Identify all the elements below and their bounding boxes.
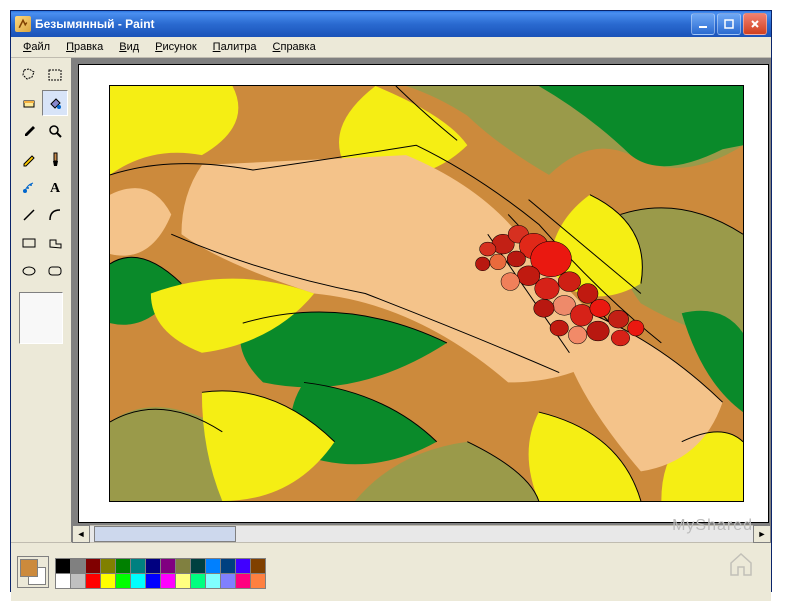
curve-icon[interactable] bbox=[42, 202, 68, 228]
magnifier-icon[interactable] bbox=[42, 118, 68, 144]
fill-icon[interactable] bbox=[42, 90, 68, 116]
close-button[interactable] bbox=[743, 13, 767, 35]
color-swatch[interactable] bbox=[160, 573, 176, 589]
tool-options[interactable] bbox=[19, 292, 63, 344]
free-select-icon[interactable] bbox=[16, 62, 42, 88]
window-title: Безымянный - Paint bbox=[35, 17, 691, 31]
eyedropper-icon[interactable] bbox=[16, 118, 42, 144]
color-swatch[interactable] bbox=[250, 558, 266, 574]
menu-палитра[interactable]: Палитра bbox=[205, 39, 265, 55]
color-swatch[interactable] bbox=[70, 558, 86, 574]
color-swatch[interactable] bbox=[100, 558, 116, 574]
airbrush-icon[interactable] bbox=[16, 174, 42, 200]
maximize-button[interactable] bbox=[717, 13, 741, 35]
menu-файл[interactable]: Файл bbox=[15, 39, 58, 55]
rectangle-icon[interactable] bbox=[16, 230, 42, 256]
color-swatch[interactable] bbox=[145, 558, 161, 574]
scroll-thumb[interactable] bbox=[94, 526, 236, 542]
app-icon bbox=[15, 16, 31, 32]
color-swatch[interactable] bbox=[55, 558, 71, 574]
artwork bbox=[109, 85, 744, 502]
color-swatch[interactable] bbox=[160, 558, 176, 574]
menu-вид[interactable]: Вид bbox=[111, 39, 147, 55]
body-area: A bbox=[11, 58, 771, 542]
window-controls bbox=[691, 13, 767, 35]
toolbox: A bbox=[11, 58, 71, 542]
scroll-right-button[interactable]: ► bbox=[753, 525, 771, 543]
minimize-button[interactable] bbox=[691, 13, 715, 35]
polygon-icon[interactable] bbox=[42, 230, 68, 256]
color-swatch[interactable] bbox=[115, 573, 131, 589]
menu-bar: ФайлПравкаВидРисунокПалитраСправка bbox=[11, 37, 771, 58]
foreground-color[interactable] bbox=[20, 559, 38, 577]
scroll-left-button[interactable]: ◄ bbox=[72, 525, 90, 543]
color-swatch[interactable] bbox=[100, 573, 116, 589]
color-swatch[interactable] bbox=[235, 573, 251, 589]
line-icon[interactable] bbox=[16, 202, 42, 228]
rect-select-icon[interactable] bbox=[42, 62, 68, 88]
canvas-scroll[interactable] bbox=[72, 58, 771, 525]
title-bar[interactable]: Безымянный - Paint bbox=[11, 11, 771, 37]
color-swatch[interactable] bbox=[235, 558, 251, 574]
color-swatch[interactable] bbox=[220, 573, 236, 589]
watermark: MyShared bbox=[672, 517, 753, 535]
fg-bg-colors[interactable] bbox=[17, 556, 49, 588]
brush-icon[interactable] bbox=[42, 146, 68, 172]
color-swatch[interactable] bbox=[145, 573, 161, 589]
color-swatch[interactable] bbox=[175, 558, 191, 574]
svg-text:A: A bbox=[50, 181, 61, 195]
color-swatch[interactable] bbox=[175, 573, 191, 589]
color-swatch[interactable] bbox=[130, 573, 146, 589]
color-swatch[interactable] bbox=[220, 558, 236, 574]
scroll-track[interactable] bbox=[90, 526, 753, 542]
color-swatch[interactable] bbox=[205, 558, 221, 574]
paint-window: Безымянный - Paint ФайлПравкаВидРисунокП… bbox=[10, 10, 772, 592]
text-icon[interactable]: A bbox=[42, 174, 68, 200]
color-swatch[interactable] bbox=[70, 573, 86, 589]
eraser-icon[interactable] bbox=[16, 90, 42, 116]
color-swatch[interactable] bbox=[115, 558, 131, 574]
menu-правка[interactable]: Правка bbox=[58, 39, 111, 55]
menu-справка[interactable]: Справка bbox=[265, 39, 324, 55]
color-swatch[interactable] bbox=[250, 573, 266, 589]
color-swatch[interactable] bbox=[190, 558, 206, 574]
color-swatch[interactable] bbox=[205, 573, 221, 589]
color-bar bbox=[11, 542, 771, 601]
color-swatch[interactable] bbox=[85, 573, 101, 589]
rounded-rect-icon[interactable] bbox=[42, 258, 68, 284]
home-icon[interactable] bbox=[727, 551, 755, 577]
color-swatch[interactable] bbox=[85, 558, 101, 574]
color-palette bbox=[55, 558, 264, 587]
color-swatch[interactable] bbox=[190, 573, 206, 589]
pencil-icon[interactable] bbox=[16, 146, 42, 172]
menu-рисунок[interactable]: Рисунок bbox=[147, 39, 205, 55]
ellipse-icon[interactable] bbox=[16, 258, 42, 284]
color-swatch[interactable] bbox=[130, 558, 146, 574]
canvas-zone: ◄ ► bbox=[71, 58, 771, 542]
horizontal-scrollbar[interactable]: ◄ ► bbox=[72, 525, 771, 542]
canvas-sheet[interactable] bbox=[78, 64, 769, 523]
color-swatch[interactable] bbox=[55, 573, 71, 589]
